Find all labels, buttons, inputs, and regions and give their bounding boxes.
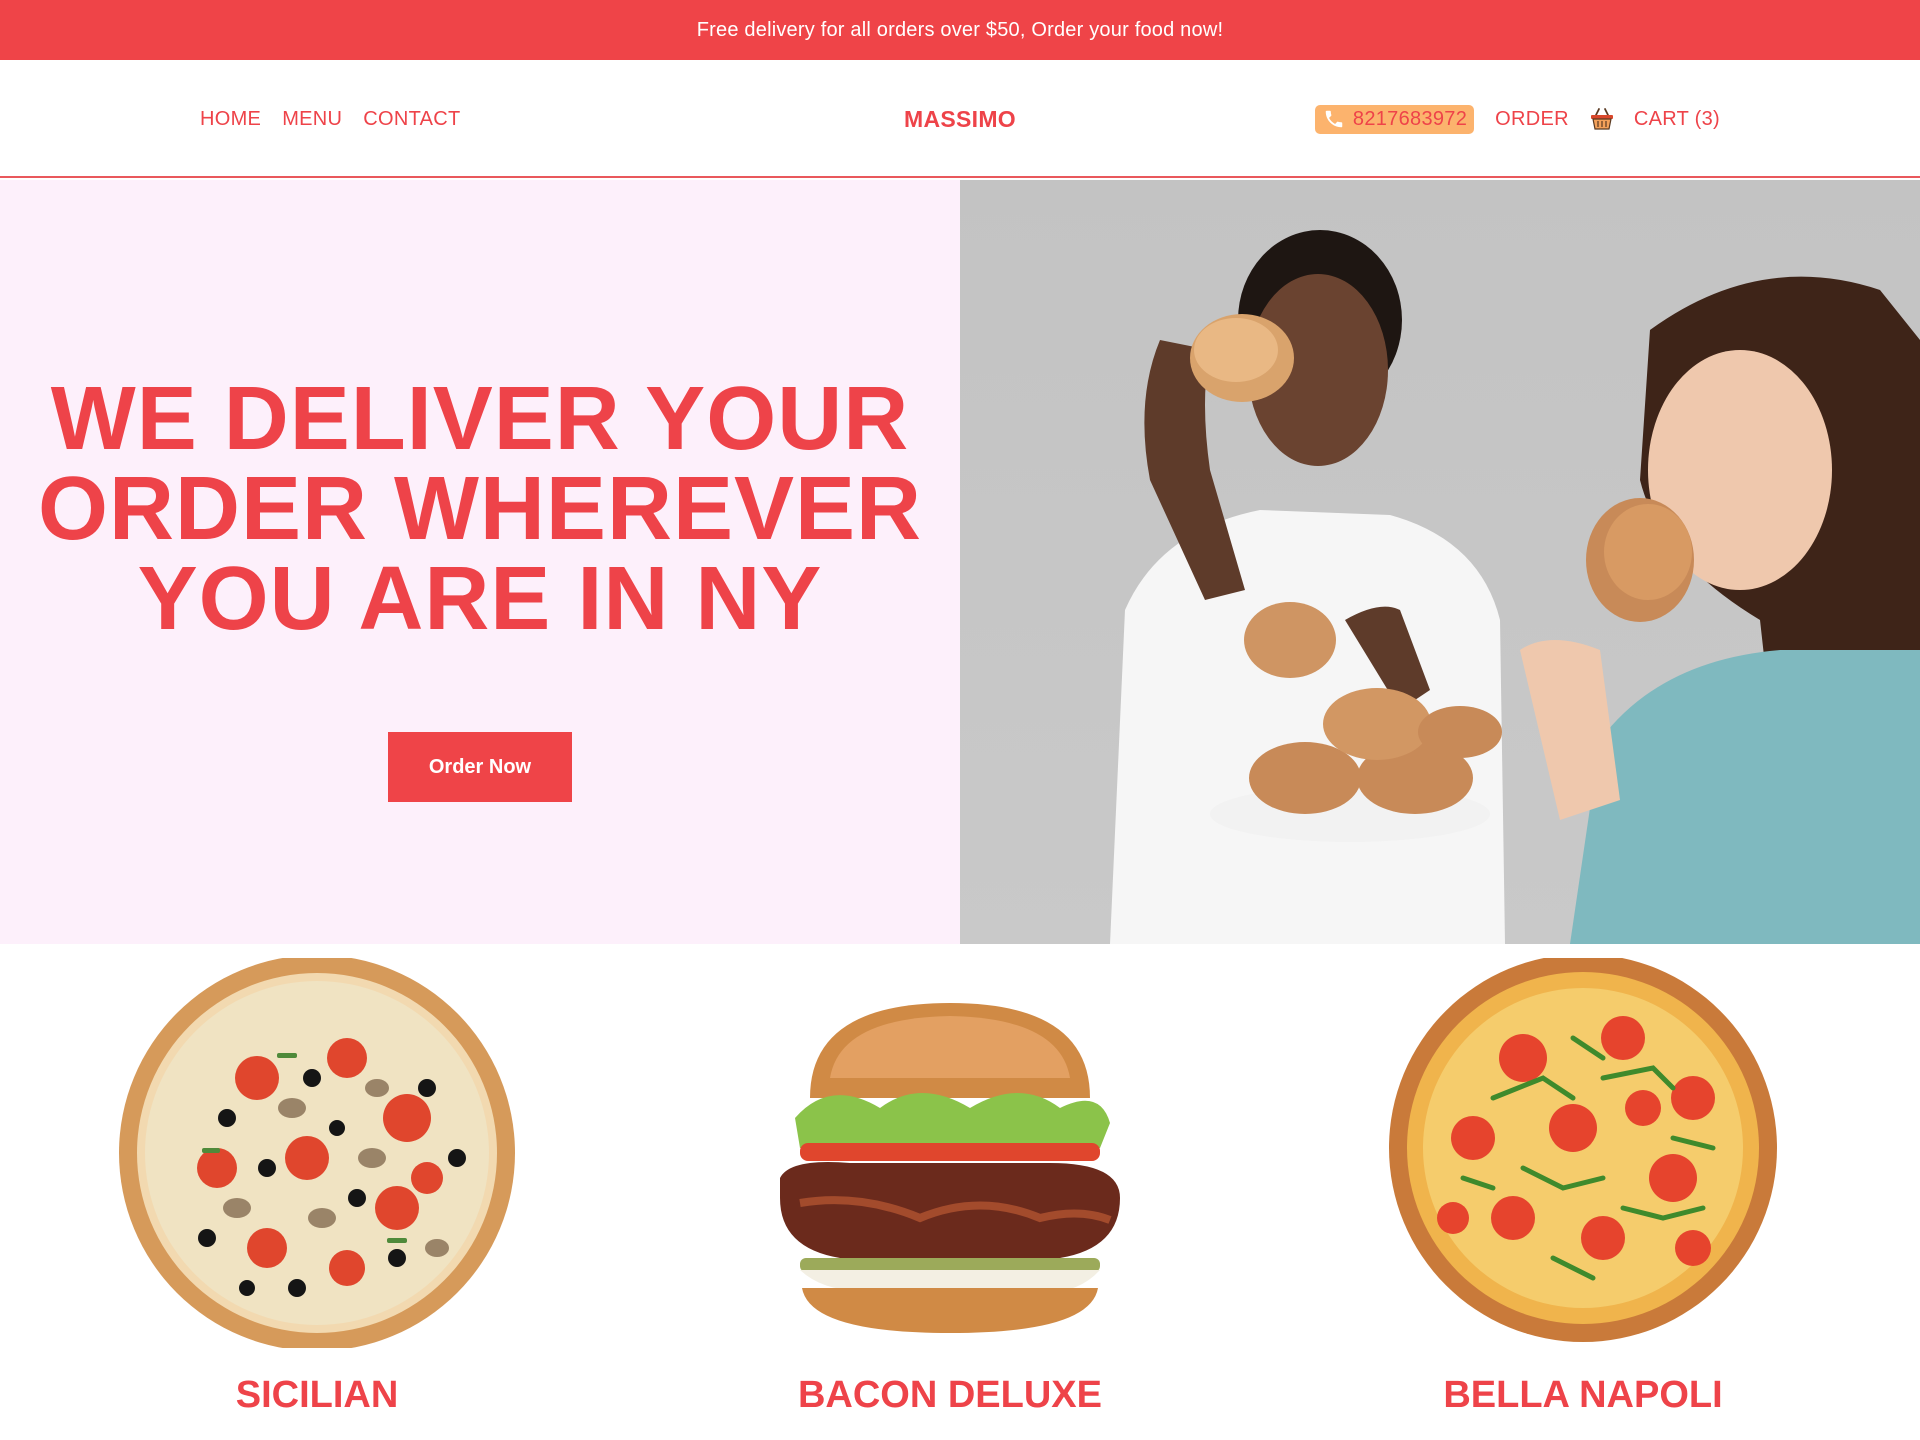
product-card[interactable]: BACON DELUXE <box>740 944 1160 1440</box>
phone-number: 8217683972 <box>1352 107 1468 130</box>
product-card[interactable]: SICILIAN <box>107 944 527 1440</box>
hero-title: WE DELIVER YOUR ORDER WHEREVER YOU ARE I… <box>0 374 960 644</box>
nav-link-cart[interactable]: CART (3) <box>1634 108 1720 131</box>
phone-icon <box>1323 108 1345 130</box>
phone-button[interactable]: 8217683972 <box>1314 104 1475 134</box>
order-now-button[interactable]: Order Now <box>388 732 572 802</box>
hero-title-line: YOU ARE IN NY <box>137 549 823 649</box>
product-name: BELLA NAPOLI <box>1443 1374 1723 1416</box>
promo-banner: Free delivery for all orders over $50, O… <box>0 0 1920 60</box>
featured-products: SICILIAN BACON DELUXE BELLA NAPOLI <box>0 944 1920 1440</box>
hero-title-line: ORDER WHEREVER <box>37 459 923 559</box>
basket-icon[interactable] <box>1589 106 1615 132</box>
nav-actions: 8217683972 ORDER CART (3) <box>1314 60 1720 178</box>
hero-title-line: WE DELIVER YOUR <box>50 369 910 469</box>
pizza-icon <box>1373 954 1793 1348</box>
pizza-icon <box>107 955 527 1351</box>
nav-link-contact[interactable]: CONTACT <box>363 108 460 131</box>
product-card[interactable]: BELLA NAPOLI <box>1373 944 1793 1440</box>
nav-link-home[interactable]: HOME <box>200 108 261 131</box>
promo-text: Free delivery for all orders over $50, O… <box>696 18 1224 41</box>
nav-link-order[interactable]: ORDER <box>1495 108 1569 131</box>
hero-image <box>960 180 1920 944</box>
hero-section: WE DELIVER YOUR ORDER WHEREVER YOU ARE I… <box>0 180 960 944</box>
burger-icon <box>740 958 1160 1348</box>
nav-link-menu[interactable]: MENU <box>282 108 342 131</box>
product-name: BACON DELUXE <box>797 1374 1103 1416</box>
primary-nav: HOME MENU CONTACT <box>200 60 461 178</box>
product-name: SICILIAN <box>235 1374 399 1416</box>
main-navbar: HOME MENU CONTACT MASSIMO 8217683972 ORD… <box>0 60 1920 178</box>
